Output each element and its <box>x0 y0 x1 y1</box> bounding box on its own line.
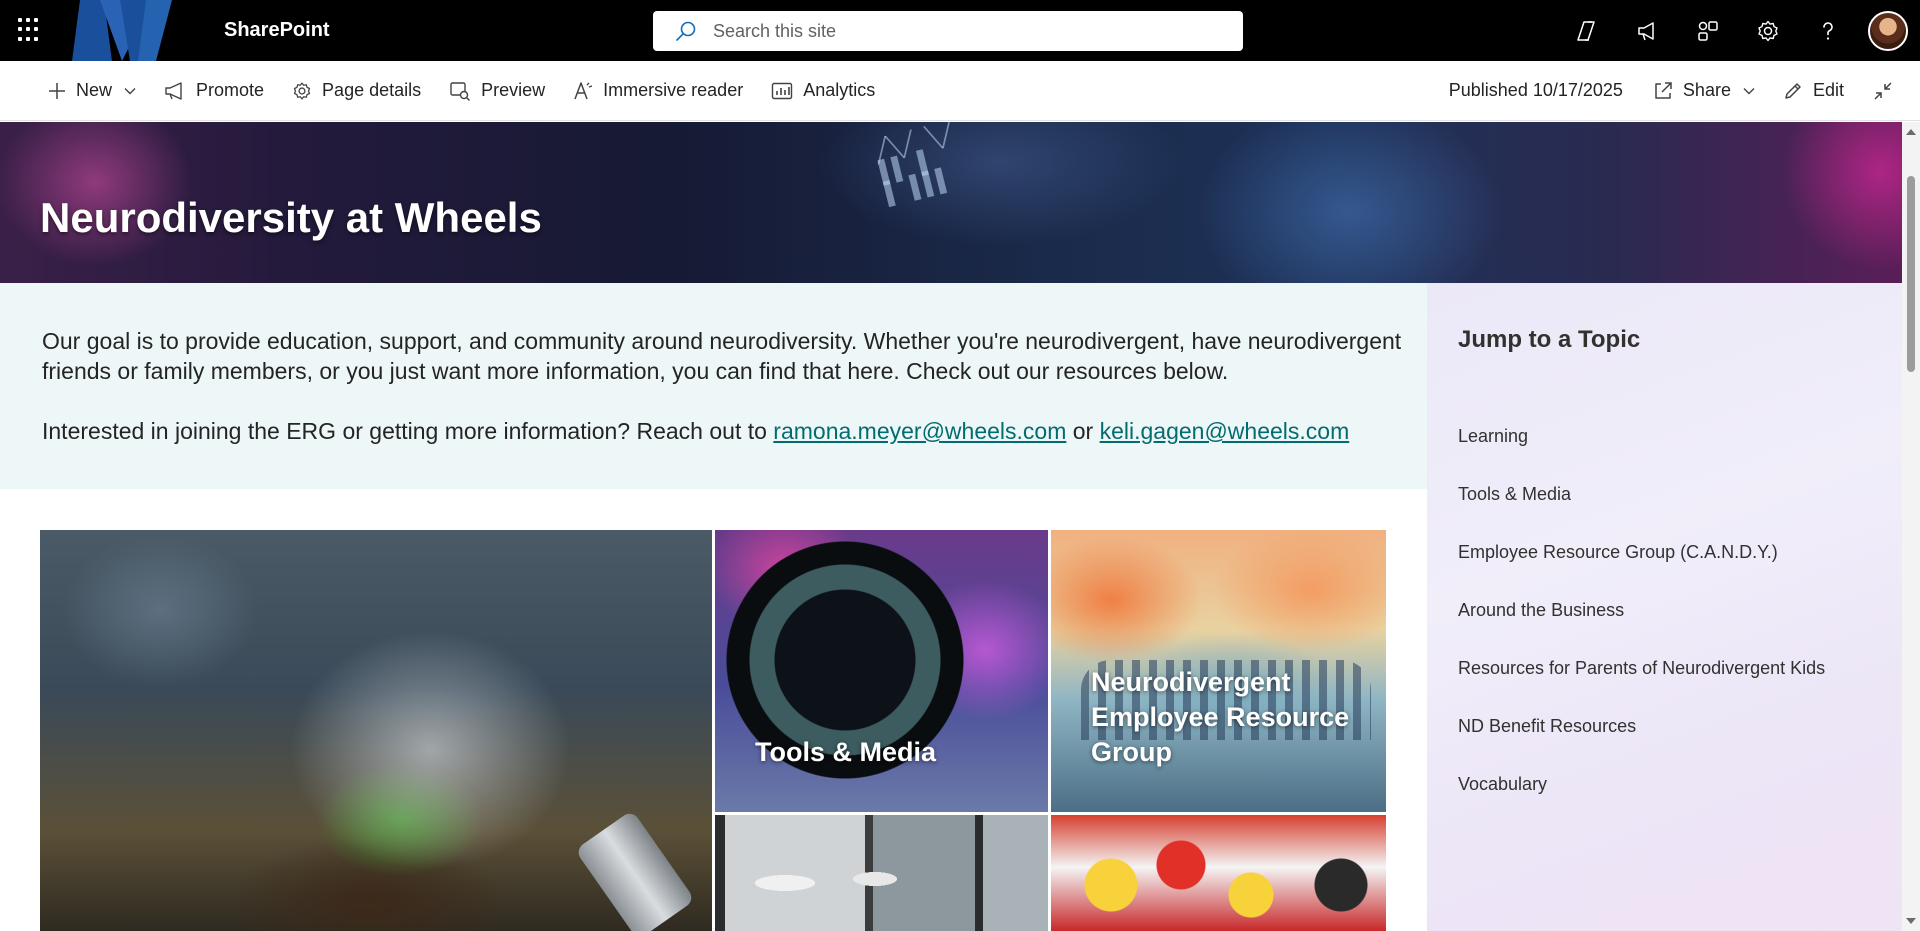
command-bar-left: New Promote Page details Preview Immersi… <box>0 61 889 121</box>
tile-label-erg: Neurodivergent Employee Resource Group <box>1091 667 1350 767</box>
collapse-button[interactable] <box>1858 61 1908 121</box>
topic-link-benefits[interactable]: ND Benefit Resources <box>1458 716 1825 774</box>
tile-learning[interactable] <box>40 530 712 931</box>
hero-background-graphic: ╱╲╱ ╲╱ ▌▌ ▌ ▌ ▌▌▌ <box>872 122 956 208</box>
or-text: or <box>1066 418 1100 444</box>
preview-icon <box>450 81 471 101</box>
page-details-button[interactable]: Page details <box>278 61 435 121</box>
suite-actions <box>1558 0 1920 61</box>
edit-button[interactable]: Edit <box>1769 61 1858 121</box>
analytics-label: Analytics <box>803 80 876 100</box>
tile-tools-media[interactable]: Tools & Media <box>715 530 1048 812</box>
share-label: Share <box>1682 80 1731 100</box>
help-icon[interactable] <box>1798 0 1858 61</box>
plus-icon <box>49 82 65 99</box>
app-launcher-icon[interactable] <box>18 18 42 42</box>
preview-button[interactable]: Preview <box>435 61 559 121</box>
share-button[interactable]: Share <box>1639 61 1769 121</box>
page-title: Neurodiversity at Wheels <box>40 194 542 241</box>
command-bar-right: Published 10/17/2025 Share Edit <box>1449 61 1920 121</box>
tile-label-tools-media: Tools & Media <box>755 737 937 767</box>
topics-heading: Jump to a Topic <box>1458 326 1641 353</box>
page-details-label: Page details <box>322 80 422 100</box>
hero-banner: ╱╲╱ ╲╱ ▌▌ ▌ ▌ ▌▌▌ Neurodiversity at Wheels <box>0 122 1902 283</box>
immersive-reader-label: Immersive reader <box>603 80 744 100</box>
chevron-down-icon <box>1743 87 1755 94</box>
copilot-icon[interactable] <box>1558 0 1618 61</box>
topic-link-tools-media[interactable]: Tools & Media <box>1458 484 1825 542</box>
email-link-keli[interactable]: keli.gagen@wheels.com <box>1100 418 1350 444</box>
scroll-up-arrow-icon[interactable] <box>1906 129 1916 135</box>
user-avatar[interactable] <box>1868 10 1908 51</box>
pencil-icon <box>1785 82 1801 99</box>
scroll-down-arrow-icon[interactable] <box>1906 918 1916 924</box>
search-input[interactable] <box>713 20 1193 42</box>
search-box[interactable] <box>653 11 1243 51</box>
command-bar: New Promote Page details Preview Immersi… <box>0 61 1920 121</box>
topic-link-learning[interactable]: Learning <box>1458 426 1825 484</box>
contact-paragraph: Interested in joining the ERG or getting… <box>42 416 1402 446</box>
page-scrollbar[interactable] <box>1902 122 1920 931</box>
suite-bar: SharePoint <box>0 0 1920 61</box>
topics-list: Learning Tools & Media Employee Resource… <box>1458 426 1825 832</box>
analytics-button[interactable]: Analytics <box>757 61 889 121</box>
collapse-icon <box>1874 81 1892 100</box>
settings-icon[interactable] <box>1738 0 1798 61</box>
scroll-thumb[interactable] <box>1907 176 1915 372</box>
search-icon <box>676 21 696 41</box>
new-button[interactable]: New <box>34 61 150 121</box>
immersive-reader-button[interactable]: Immersive reader <box>559 61 757 121</box>
edit-label: Edit <box>1812 80 1844 100</box>
topic-link-erg[interactable]: Employee Resource Group (C.A.N.D.Y.) <box>1458 542 1825 600</box>
jump-to-topic-panel: Jump to a Topic Learning Tools & Media E… <box>1427 283 1902 931</box>
analytics-icon <box>772 82 793 99</box>
chevron-down-icon <box>124 87 136 94</box>
sites-icon[interactable] <box>1678 0 1738 61</box>
new-label: New <box>76 80 113 100</box>
preview-label: Preview <box>481 80 546 100</box>
tile-erg[interactable]: Neurodivergent Employee Resource Group <box>1051 530 1386 812</box>
megaphone-icon <box>165 81 182 100</box>
lightbulb-image <box>574 809 696 931</box>
promote-button[interactable]: Promote <box>150 61 278 121</box>
intro-paragraph: Our goal is to provide education, suppor… <box>42 328 1402 384</box>
wheels-logo[interactable] <box>72 0 182 61</box>
intro-section: Our goal is to provide education, suppor… <box>0 283 1427 489</box>
published-status: Published 10/17/2025 <box>1448 80 1623 100</box>
promote-label: Promote <box>196 80 265 100</box>
topic-link-around-business[interactable]: Around the Business <box>1458 600 1825 658</box>
tile-around-business[interactable] <box>715 815 1048 931</box>
gear-icon <box>293 81 311 100</box>
immersive-reader-icon <box>574 81 593 99</box>
topic-link-parents[interactable]: Resources for Parents of Neurodivergent … <box>1458 658 1825 716</box>
topic-link-vocabulary[interactable]: Vocabulary <box>1458 774 1825 832</box>
email-link-ramona[interactable]: ramona.meyer@wheels.com <box>773 418 1066 444</box>
contact-prefix: Interested in joining the ERG or getting… <box>42 418 774 444</box>
share-icon <box>1655 81 1672 99</box>
tile-parents[interactable] <box>1051 815 1386 931</box>
app-name[interactable]: SharePoint <box>224 19 330 42</box>
announcement-icon[interactable] <box>1618 0 1678 61</box>
